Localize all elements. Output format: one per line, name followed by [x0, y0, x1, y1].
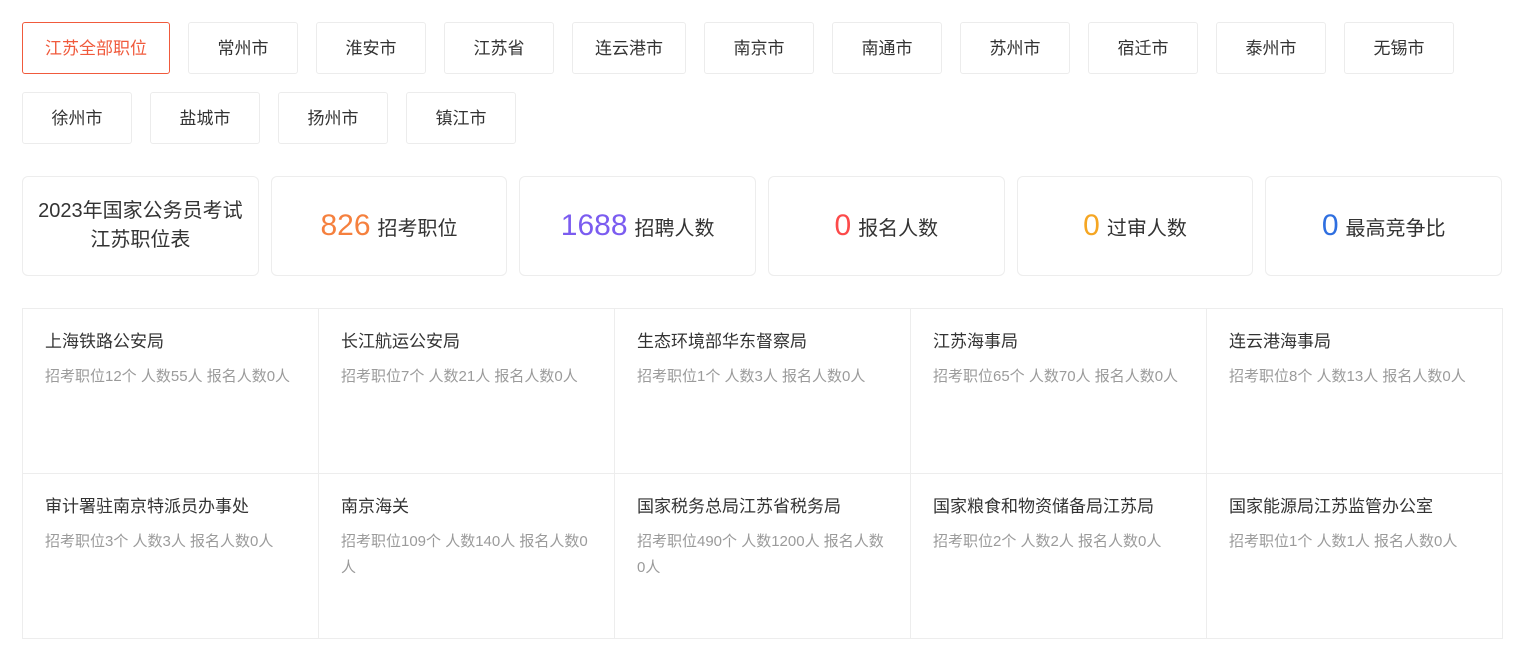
- tab-region-2[interactable]: 淮安市: [316, 22, 426, 74]
- stat-label: 最高竞争比: [1345, 218, 1446, 240]
- agency-cell[interactable]: 生态环境部华东督察局招考职位1个 人数3人 报名人数0人: [615, 309, 911, 474]
- tab-region-7[interactable]: 苏州市: [960, 22, 1070, 74]
- agency-meta: 招考职位1个 人数3人 报名人数0人: [637, 367, 866, 385]
- agency-cell[interactable]: 连云港海事局招考职位8个 人数13人 报名人数0人: [1207, 309, 1503, 474]
- tab-label: 南京市: [733, 38, 785, 58]
- agency-cell[interactable]: 国家粮食和物资储备局江苏局 招考职位2个 人数2人 报名人数0人: [911, 474, 1207, 639]
- stat-card-0: 826 招考职位: [270, 176, 508, 276]
- stat-value: 0: [1321, 209, 1339, 242]
- agency-meta: 招考职位109个 人数140人 报名人数0人: [341, 532, 588, 577]
- stat-card-title: 2023年国家公务员考试江苏职位表: [22, 176, 259, 276]
- tab-region-9[interactable]: 泰州市: [1216, 22, 1326, 74]
- tab-region-12[interactable]: 盐城市: [150, 92, 260, 144]
- tab-region-6[interactable]: 南通市: [832, 22, 942, 74]
- agency-name: 国家税务总局江苏省税务局: [637, 497, 841, 516]
- tab-label: 无锡市: [1373, 38, 1425, 58]
- agency-meta: 招考职位3个 人数3人 报名人数0人: [45, 532, 274, 550]
- agency-name: 上海铁路公安局: [45, 332, 164, 351]
- agency-name: 长江航运公安局: [341, 332, 460, 351]
- agency-cell[interactable]: 国家税务总局江苏省税务局招考职位490个 人数1200人 报名人数0人: [615, 474, 911, 639]
- agency-cell[interactable]: 国家能源局江苏监管办公室招考职位1个 人数1人 报名人数0人: [1207, 474, 1503, 639]
- agency-name: 生态环境部华东督察局: [637, 332, 807, 351]
- agency-name: 连云港海事局: [1229, 332, 1331, 351]
- tab-region-10[interactable]: 无锡市: [1344, 22, 1454, 74]
- tab-label: 泰州市: [1245, 38, 1297, 58]
- stat-label: 招考职位: [377, 218, 458, 240]
- stat-content: 0 报名人数: [835, 211, 939, 241]
- stat-value: 0: [1083, 209, 1100, 242]
- agency-cell[interactable]: 江苏海事局招考职位65个 人数70人 报名人数0人: [911, 309, 1207, 474]
- agency-meta: 招考职位490个 人数1200人 报名人数0人: [637, 532, 884, 577]
- agency-meta: 招考职位8个 人数13人 报名人数0人: [1229, 367, 1466, 385]
- tab-label: 江苏全部职位: [45, 38, 147, 58]
- tab-label: 宿迁市: [1117, 38, 1169, 58]
- stat-card-3: 0 过审人数: [1016, 176, 1254, 276]
- agency-cell[interactable]: 长江航运公安局招考职位7个 人数21人 报名人数0人: [319, 309, 615, 474]
- agency-name: 国家能源局江苏监管办公室: [1229, 497, 1433, 516]
- stat-content: 0 最高竞争比: [1322, 211, 1446, 241]
- stat-label: 招聘人数: [634, 218, 715, 240]
- tab-region-13[interactable]: 扬州市: [278, 92, 388, 144]
- tab-region-4[interactable]: 连云港市: [572, 22, 686, 74]
- agency-name: 江苏海事局: [933, 332, 1018, 351]
- tab-label: 扬州市: [307, 108, 359, 128]
- tab-label: 徐州市: [51, 108, 103, 128]
- agency-meta: 招考职位2个 人数2人 报名人数0人: [933, 532, 1162, 550]
- stat-content: 1688 招聘人数: [561, 211, 715, 241]
- agency-name: 审计署驻南京特派员办事处: [45, 497, 249, 516]
- stat-content: 826 招考职位: [320, 211, 457, 241]
- tab-label: 常州市: [217, 38, 269, 58]
- agency-meta: 招考职位7个 人数21人 报名人数0人: [341, 367, 578, 385]
- tab-label: 淮安市: [345, 38, 397, 58]
- tab-region-3[interactable]: 江苏省: [444, 22, 554, 74]
- agency-name: 南京海关: [341, 497, 409, 516]
- tab-region-8[interactable]: 宿迁市: [1088, 22, 1198, 74]
- agency-meta: 招考职位1个 人数1人 报名人数0人: [1229, 532, 1458, 550]
- agency-meta: 招考职位12个 人数55人 报名人数0人: [45, 367, 291, 385]
- summary-stats-row: 2023年国家公务员考试江苏职位表 826 招考职位 1688 招聘人数 0 报名人数 0 过…: [0, 176, 1524, 276]
- stat-label: 过审人数: [1106, 218, 1187, 240]
- tab-region-5[interactable]: 南京市: [704, 22, 814, 74]
- tab-label: 苏州市: [989, 38, 1041, 58]
- tab-label: 连云港市: [595, 38, 663, 58]
- tab-region-0[interactable]: 江苏全部职位: [22, 22, 170, 74]
- tab-label: 江苏省: [473, 38, 525, 58]
- stat-card-4: 0 最高竞争比: [1265, 176, 1503, 276]
- stat-card-1: 1688 招聘人数: [519, 176, 757, 276]
- agency-meta: 招考职位65个 人数70人 报名人数0人: [933, 367, 1179, 385]
- region-filter-tabs: 江苏全部职位 常州市 淮安市 江苏省 连云港市 南京市 南通市 苏州市 宿迁市 泰州市 无锡市徐州市…: [0, 0, 1504, 144]
- agency-cell[interactable]: 南京海关招考职位109个 人数140人 报名人数0人: [319, 474, 615, 639]
- stat-value: 826: [320, 209, 371, 242]
- stat-card-2: 0 报名人数: [768, 176, 1005, 276]
- agency-grid: 上海铁路公安局 招考职位12个 人数55人 报名人数0人 长江航运公安局 招考职位7个…: [22, 308, 1503, 639]
- agency-cell[interactable]: 审计署驻南京特派员办事处招考职位3个 人数3人 报名人数0人: [23, 474, 319, 639]
- tab-label: 南通市: [861, 38, 913, 58]
- stat-value: 1688: [560, 209, 628, 242]
- stat-content: 0 过审人数: [1083, 211, 1187, 241]
- tab-label: 盐城市: [179, 108, 231, 128]
- tab-region-11[interactable]: 徐州市: [22, 92, 132, 144]
- tab-region-1[interactable]: 常州市: [188, 22, 298, 74]
- tab-label: 镇江市: [435, 108, 487, 128]
- stat-value: 0: [834, 209, 852, 242]
- stat-label: 报名人数: [858, 218, 939, 240]
- agency-name: 国家粮食和物资储备局江苏局: [933, 497, 1154, 516]
- tab-region-14[interactable]: 镇江市: [406, 92, 516, 144]
- page-title: 2023年国家公务员考试江苏职位表: [38, 200, 243, 251]
- agency-cell[interactable]: 上海铁路公安局招考职位12个 人数55人 报名人数0人: [23, 309, 319, 474]
